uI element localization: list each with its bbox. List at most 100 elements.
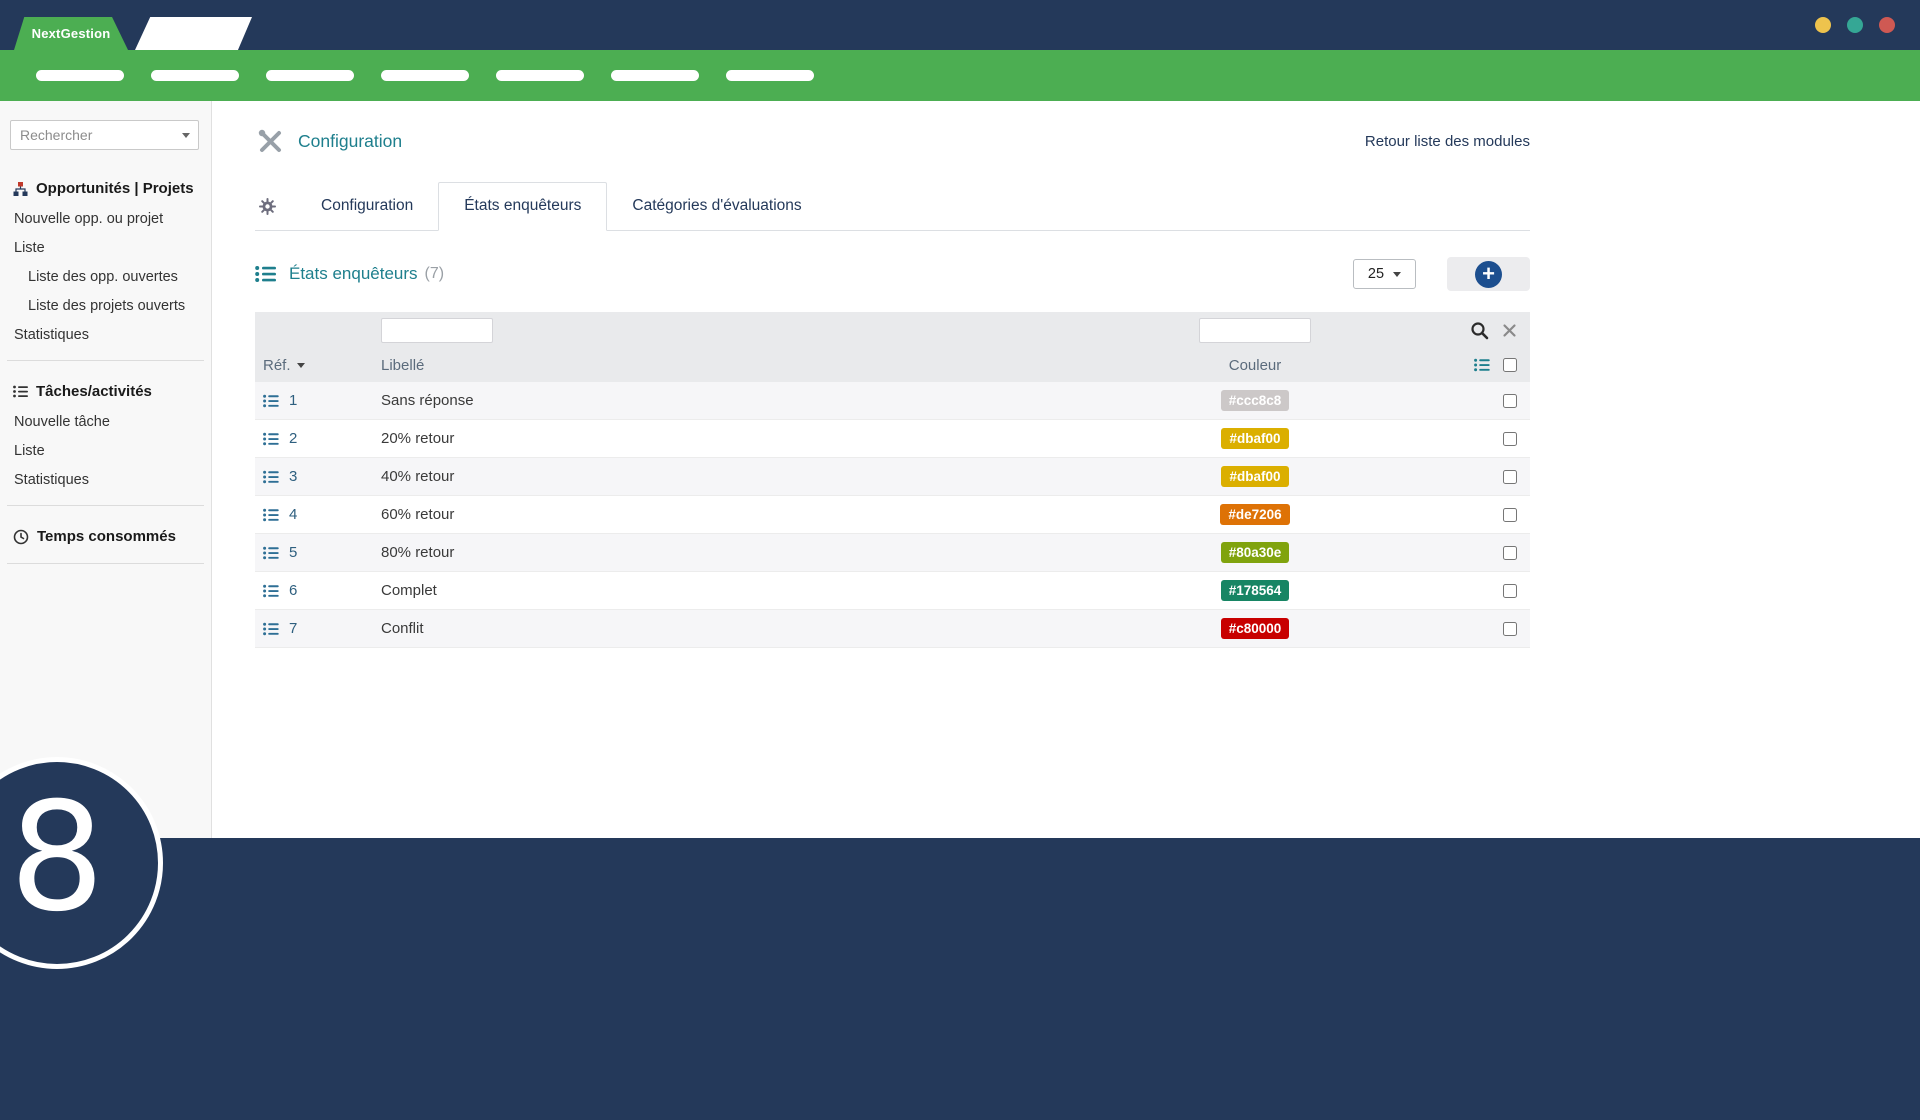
sitemap-icon — [13, 182, 28, 196]
color-badge: #dbaf00 — [1221, 428, 1288, 449]
row-libelle: Complet — [381, 582, 1100, 599]
color-badge: #80a30e — [1221, 542, 1290, 563]
brand-tab[interactable]: NextGestion — [14, 17, 128, 50]
row-libelle: 20% retour — [381, 430, 1100, 447]
corner-number: 8 — [9, 783, 104, 933]
color-badge: #dbaf00 — [1221, 466, 1288, 487]
row-ref[interactable]: 3 — [289, 468, 297, 485]
filter-couleur-input[interactable] — [1199, 318, 1311, 343]
table-row: 2 20% retour #dbaf00 — [255, 420, 1530, 458]
chevron-down-icon — [1393, 272, 1401, 277]
nav-pill[interactable] — [36, 70, 124, 81]
search-icon[interactable] — [1470, 321, 1489, 340]
table-row: 6 Complet #178564 — [255, 572, 1530, 610]
nav-pill[interactable] — [611, 70, 699, 81]
sidebar-item-liste-projets-ouverts[interactable]: Liste des projets ouverts — [0, 292, 211, 321]
plus-icon: + — [1475, 261, 1502, 288]
color-badge: #c80000 — [1221, 618, 1290, 639]
tasks-icon — [13, 385, 28, 398]
sidebar-search — [10, 120, 199, 150]
row-checkbox[interactable] — [1503, 546, 1517, 560]
row-detail-icon[interactable] — [263, 394, 279, 408]
header-ref[interactable]: Réf. — [255, 357, 381, 374]
row-ref[interactable]: 2 — [289, 430, 297, 447]
red-dot-button[interactable] — [1879, 17, 1895, 33]
tab-categories-evaluations[interactable]: Catégories d'évaluations — [607, 183, 826, 230]
etats-table: Réf. Libellé Couleur — [255, 312, 1530, 648]
select-all-checkbox[interactable] — [1503, 358, 1517, 372]
row-detail-icon[interactable] — [263, 508, 279, 522]
brand-label: NextGestion — [32, 26, 111, 41]
row-checkbox[interactable] — [1503, 470, 1517, 484]
add-button[interactable]: + — [1447, 257, 1530, 291]
tab-configuration[interactable]: Configuration — [296, 183, 438, 230]
sidebar-item-liste-taches[interactable]: Liste — [0, 437, 211, 466]
row-checkbox[interactable] — [1503, 622, 1517, 636]
row-detail-icon[interactable] — [263, 622, 279, 636]
sidebar: Opportunités | Projets Nouvelle opp. ou … — [0, 101, 212, 838]
chevron-down-icon[interactable] — [182, 133, 190, 138]
table-row: 7 Conflit #c80000 — [255, 610, 1530, 648]
row-libelle: Sans réponse — [381, 392, 1100, 409]
divider — [7, 563, 204, 564]
tab-bar: Configuration États enquêteurs Catégorie… — [255, 182, 1530, 231]
sidebar-item-nouvelle-opp[interactable]: Nouvelle opp. ou projet — [0, 205, 211, 234]
row-detail-icon[interactable] — [263, 584, 279, 598]
row-ref[interactable]: 1 — [289, 392, 297, 409]
tab-etats-enqueteurs[interactable]: États enquêteurs — [438, 182, 607, 231]
divider — [7, 360, 204, 361]
sidebar-item-liste-opp[interactable]: Liste — [0, 234, 211, 263]
yellow-dot-button[interactable] — [1815, 17, 1831, 33]
row-detail-icon[interactable] — [263, 432, 279, 446]
table-row: 5 80% retour #80a30e — [255, 534, 1530, 572]
sidebar-section-temps[interactable]: Temps consommés — [0, 516, 211, 553]
nav-pill[interactable] — [496, 70, 584, 81]
filter-row — [255, 312, 1530, 348]
list-icon[interactable] — [1474, 358, 1490, 372]
list-count: (7) — [425, 265, 445, 283]
page-size-select[interactable]: 25 — [1353, 259, 1416, 289]
row-ref[interactable]: 5 — [289, 544, 297, 561]
sidebar-section-opportunites: Opportunités | Projets — [0, 168, 211, 205]
row-ref[interactable]: 4 — [289, 506, 297, 523]
header-couleur[interactable]: Couleur — [1100, 357, 1410, 374]
sort-desc-icon — [297, 363, 305, 368]
table-row: 3 40% retour #dbaf00 — [255, 458, 1530, 496]
row-checkbox[interactable] — [1503, 432, 1517, 446]
table-header-row: Réf. Libellé Couleur — [255, 348, 1530, 382]
header-ref-label: Réf. — [263, 357, 291, 374]
section-title: Tâches/activités — [36, 383, 152, 400]
row-checkbox[interactable] — [1503, 584, 1517, 598]
close-icon[interactable] — [1502, 323, 1517, 338]
sidebar-section-taches: Tâches/activités — [0, 371, 211, 408]
nav-pill[interactable] — [726, 70, 814, 81]
row-libelle: Conflit — [381, 620, 1100, 637]
search-input[interactable] — [10, 120, 199, 150]
sidebar-item-nouvelle-tache[interactable]: Nouvelle tâche — [0, 408, 211, 437]
tools-icon — [255, 126, 285, 156]
teal-dot-button[interactable] — [1847, 17, 1863, 33]
color-badge: #de7206 — [1220, 504, 1289, 525]
back-to-modules-link[interactable]: Retour liste des modules — [1365, 133, 1530, 150]
row-ref[interactable]: 6 — [289, 582, 297, 599]
app-window: NextGestion — [0, 0, 1920, 1120]
table-row: 4 60% retour #de7206 — [255, 496, 1530, 534]
nav-pill[interactable] — [381, 70, 469, 81]
sidebar-item-liste-opp-ouvertes[interactable]: Liste des opp. ouvertes — [0, 263, 211, 292]
row-ref[interactable]: 7 — [289, 620, 297, 637]
row-checkbox[interactable] — [1503, 394, 1517, 408]
row-libelle: 60% retour — [381, 506, 1100, 523]
row-checkbox[interactable] — [1503, 508, 1517, 522]
bottom-bar — [0, 838, 1920, 1120]
row-detail-icon[interactable] — [263, 546, 279, 560]
sidebar-item-statistiques-opp[interactable]: Statistiques — [0, 321, 211, 350]
filter-libelle-input[interactable] — [381, 318, 493, 343]
nav-pill[interactable] — [266, 70, 354, 81]
color-badge: #178564 — [1221, 580, 1290, 601]
nav-pill[interactable] — [151, 70, 239, 81]
sidebar-item-statistiques-taches[interactable]: Statistiques — [0, 466, 211, 495]
list-title: États enquêteurs — [289, 264, 418, 284]
header-libelle[interactable]: Libellé — [381, 357, 1100, 374]
row-detail-icon[interactable] — [263, 470, 279, 484]
color-badge: #ccc8c8 — [1221, 390, 1290, 411]
